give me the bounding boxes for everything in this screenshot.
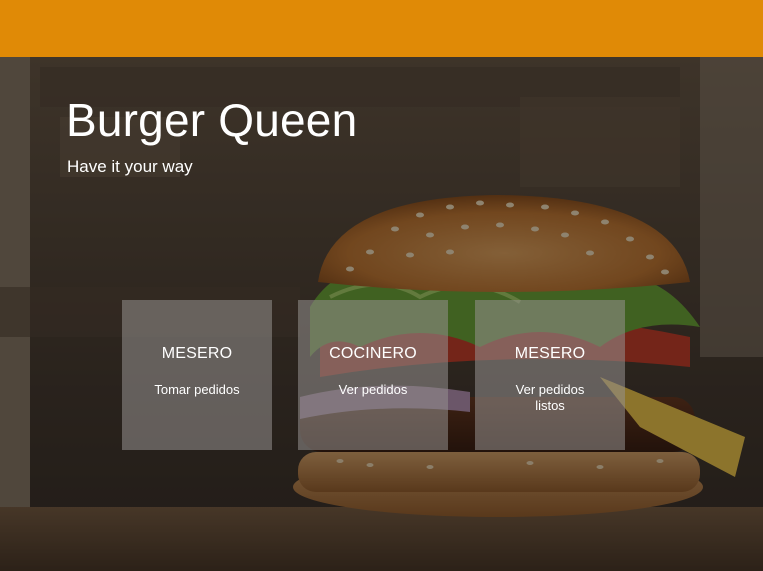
- hero-section: Burger Queen Have it your way MESERO Tom…: [0, 57, 763, 571]
- role-card-mesero[interactable]: MESERO Tomar pedidos: [122, 300, 272, 450]
- role-card-mesero-ready[interactable]: MESERO Ver pedidos listos: [475, 300, 625, 450]
- role-card-description: Ver pedidos: [338, 382, 408, 397]
- top-app-bar: [0, 0, 763, 57]
- app-title: Burger Queen: [66, 94, 358, 146]
- role-card-title: MESERO: [514, 345, 586, 362]
- page: Burger Queen Have it your way MESERO Tom…: [0, 0, 763, 571]
- role-card-description: Tomar pedidos: [154, 382, 240, 397]
- role-card-title: COCINERO: [329, 345, 417, 362]
- app-subtitle: Have it your way: [67, 157, 193, 176]
- role-card-description: Ver pedidos listos: [515, 382, 585, 413]
- role-card-cocinero[interactable]: COCINERO Ver pedidos: [298, 300, 448, 450]
- role-card-title: MESERO: [161, 345, 233, 362]
